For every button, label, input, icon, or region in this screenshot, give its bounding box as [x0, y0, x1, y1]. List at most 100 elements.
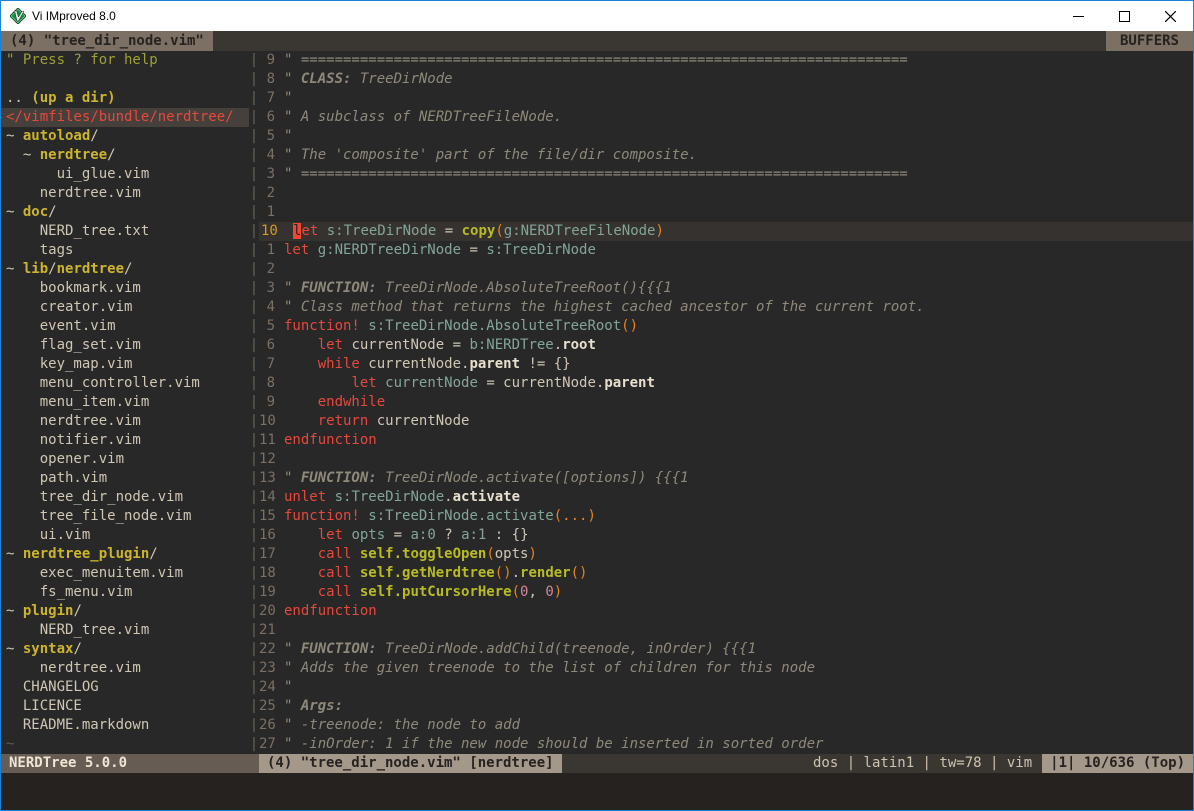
maximize-button[interactable] [1101, 1, 1147, 31]
line-number: 10 [259, 222, 293, 241]
code-line[interactable]: 15function! s:TreeDirNode.activate(...) [259, 507, 1193, 526]
buffers-label[interactable]: BUFFERS [1106, 31, 1193, 51]
close-button[interactable] [1147, 1, 1193, 31]
tree-item[interactable]: " Press ? for help [1, 51, 249, 70]
tree-item[interactable]: tags [1, 241, 249, 260]
tree-item[interactable]: ~ nerdtree_plugin/ [1, 545, 249, 564]
code-line[interactable]: 10 return currentNode [259, 412, 1193, 431]
code-line[interactable]: 14unlet s:TreeDirNode.activate [259, 488, 1193, 507]
tree-item[interactable]: nerdtree.vim [1, 184, 249, 203]
tree-item[interactable]: CHANGELOG [1, 678, 249, 697]
code-line[interactable]: 18 call self.getNerdtree().render() [259, 564, 1193, 583]
code-line[interactable]: 20endfunction [259, 602, 1193, 621]
code-line[interactable]: 9" =====================================… [259, 51, 1193, 70]
code-token [284, 394, 318, 410]
code-line[interactable]: 5" [259, 127, 1193, 146]
code-line[interactable]: 1 [259, 203, 1193, 222]
code-token: / [90, 128, 98, 144]
tree-item[interactable]: flag_set.vim [1, 336, 249, 355]
code-line[interactable]: 24" [259, 678, 1193, 697]
tree-item[interactable]: LICENCE [1, 697, 249, 716]
code-line[interactable]: 23" Adds the given treenode to the list … [259, 659, 1193, 678]
code-line[interactable]: 11endfunction [259, 431, 1193, 450]
code-line[interactable]: 6" A subclass of NERDTreeFileNode. [259, 108, 1193, 127]
tree-item[interactable]: fs_menu.vim [1, 583, 249, 602]
tree-item[interactable]: ~ plugin/ [1, 602, 249, 621]
code-line[interactable]: 16 let opts = a:0 ? a:1 : {} [259, 526, 1193, 545]
tree-item[interactable]: menu_item.vim [1, 393, 249, 412]
tree-item[interactable]: ~ lib/nerdtree/ [1, 260, 249, 279]
code-line[interactable]: 25" Args: [259, 697, 1193, 716]
code-line[interactable]: 3" =====================================… [259, 165, 1193, 184]
code-line[interactable]: 7 while currentNode.parent != {} [259, 355, 1193, 374]
minimize-button[interactable] [1055, 1, 1101, 31]
tree-root-item[interactable]: </vimfiles/bundle/nerdtree/ [1, 108, 249, 127]
command-line[interactable] [1, 773, 1193, 810]
code-line[interactable]: 5function! s:TreeDirNode.AbsoluteTreeRoo… [259, 317, 1193, 336]
tree-item[interactable]: NERD_tree.txt [1, 222, 249, 241]
tree-item[interactable]: NERD_tree.vim [1, 621, 249, 640]
tree-item[interactable]: README.markdown [1, 716, 249, 735]
tree-item[interactable]: ~ syntax/ [1, 640, 249, 659]
code-line[interactable]: 13" FUNCTION: TreeDirNode.activate([opti… [259, 469, 1193, 488]
tree-item[interactable]: ~ autoload/ [1, 127, 249, 146]
tree-item[interactable]: event.vim [1, 317, 249, 336]
code-line[interactable]: 7" [259, 89, 1193, 108]
code-line[interactable]: 21 [259, 621, 1193, 640]
code-line[interactable]: 26" -treenode: the node to add [259, 716, 1193, 735]
tree-item[interactable]: ui.vim [1, 526, 249, 545]
code-token: LICENCE [6, 698, 82, 714]
tree-item[interactable]: ~ nerdtree/ [1, 146, 249, 165]
tree-item[interactable]: ui_glue.vim [1, 165, 249, 184]
code-token: = [436, 223, 461, 239]
code-line[interactable]: 9 endwhile [259, 393, 1193, 412]
tree-item[interactable]: menu_controller.vim [1, 374, 249, 393]
code-line[interactable]: 17 call self.toggleOpen(opts) [259, 545, 1193, 564]
tree-item[interactable]: .. (up a dir) [1, 89, 249, 108]
tree-item[interactable] [1, 70, 249, 89]
code-line[interactable]: 1let g:NERDTreeDirNode = s:TreeDirNode [259, 241, 1193, 260]
tabline: (4) "tree_dir_node.vim" BUFFERS [1, 31, 1193, 51]
code-line-current[interactable]: 10let s:TreeDirNode = copy(g:NERDTreeFil… [259, 222, 1193, 241]
line-number: 4 [259, 146, 284, 165]
tree-item[interactable]: nerdtree.vim [1, 659, 249, 678]
tree-item[interactable]: exec_menuitem.vim [1, 564, 249, 583]
code-token [284, 356, 318, 372]
tree-item[interactable]: opener.vim [1, 450, 249, 469]
code-token: let [351, 375, 376, 391]
tree-item[interactable]: tree_dir_node.vim [1, 488, 249, 507]
tree-item[interactable]: ~ doc/ [1, 203, 249, 222]
tree-item[interactable]: creator.vim [1, 298, 249, 317]
code-line[interactable]: 19 call self.putCursorHere(0, 0) [259, 583, 1193, 602]
window-separator[interactable]: | | | | | | | | | | | | | | | | | | | | … [249, 51, 259, 754]
code-line[interactable]: 27" -inOrder: 1 if the new node should b… [259, 735, 1193, 754]
line-number: 25 [259, 697, 284, 716]
code-token: : {} [486, 527, 528, 543]
code-token: " -treenode: the node to add [284, 717, 520, 733]
code-token: FUNCTION: [301, 641, 385, 657]
tree-item[interactable]: path.vim [1, 469, 249, 488]
tree-item[interactable]: notifier.vim [1, 431, 249, 450]
line-number: 7 [259, 89, 284, 108]
code-line[interactable]: 4" The 'composite' part of the file/dir … [259, 146, 1193, 165]
code-line[interactable]: 8" CLASS: TreeDirNode [259, 70, 1193, 89]
code-line[interactable]: 22" FUNCTION: TreeDirNode.addChild(treen… [259, 640, 1193, 659]
code-line[interactable]: 4" Class method that returns the highest… [259, 298, 1193, 317]
tree-item[interactable]: tree_file_node.vim [1, 507, 249, 526]
code-text: " ======================================… [284, 51, 908, 70]
code-line[interactable]: 6 let currentNode = b:NERDTree.root [259, 336, 1193, 355]
code-line[interactable]: 3" FUNCTION: TreeDirNode.AbsoluteTreeRoo… [259, 279, 1193, 298]
code-token: endfunction [284, 432, 377, 448]
code-line[interactable]: 2 [259, 184, 1193, 203]
tree-item[interactable]: nerdtree.vim [1, 412, 249, 431]
code-line[interactable]: 12 [259, 450, 1193, 469]
tree-item[interactable]: bookmark.vim [1, 279, 249, 298]
code-text: " -inOrder: 1 if the new node should be … [284, 735, 823, 754]
code-text: " [284, 678, 292, 697]
tree-item[interactable]: key_map.vim [1, 355, 249, 374]
tree-item[interactable]: ~ [1, 735, 249, 754]
code-token: menu_item.vim [6, 394, 149, 410]
code-line[interactable]: 8 let currentNode = currentNode.parent [259, 374, 1193, 393]
tab-active[interactable]: (4) "tree_dir_node.vim" [1, 31, 213, 51]
code-line[interactable]: 2 [259, 260, 1193, 279]
